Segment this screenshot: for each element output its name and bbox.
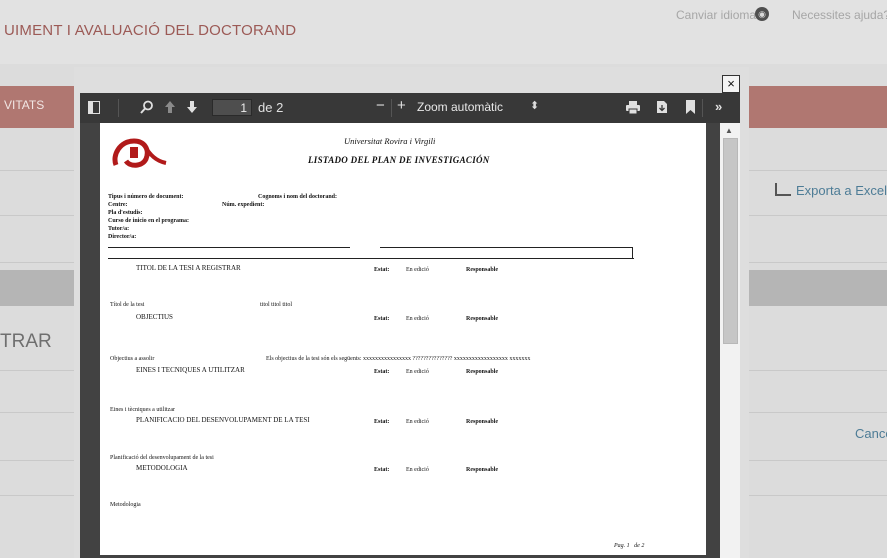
page-total: de 2 <box>258 100 284 115</box>
status-value: En edició <box>406 369 429 375</box>
field-value: Els objectius de la tesi són els següent… <box>266 356 531 362</box>
zoom-in-button[interactable]: + <box>397 98 406 114</box>
download-icon[interactable] <box>656 100 668 114</box>
field-label: Planificació del desenvolupament de la t… <box>110 455 214 461</box>
previous-page-icon[interactable] <box>164 100 176 114</box>
toolbar-divider <box>391 99 392 117</box>
field-value: titol titol titol <box>260 302 293 308</box>
status-value: En edició <box>406 419 429 425</box>
study-plan-label: Pla d'estudis: <box>108 210 143 216</box>
nav-item-activitats[interactable]: VITATS <box>4 98 44 112</box>
tools-menu-button[interactable]: » <box>715 99 722 115</box>
status-label: Estat: <box>374 467 390 473</box>
section-heading: OBJECTIUS <box>136 313 173 321</box>
print-icon[interactable] <box>626 101 640 114</box>
start-year-label: Curso de inicio en el programa: <box>108 218 190 224</box>
bookmark-icon[interactable] <box>686 100 695 114</box>
export-label: Exporta a Excel <box>796 183 887 198</box>
help-link[interactable]: Necessites ajuda? <box>792 8 887 22</box>
status-value: En edició <box>406 267 429 273</box>
document-page: Universitat Rovira i Virgili LISTADO DEL… <box>100 123 706 555</box>
responsable-label: Responsable <box>466 316 499 322</box>
page-footer: Pag. 1 de 2 <box>614 543 644 549</box>
responsable-label: Responsable <box>466 467 499 473</box>
section-heading: METODOLOGIA <box>136 464 188 472</box>
centre-label: Centre: <box>108 202 128 208</box>
globe-icon[interactable]: ◉ <box>755 7 769 21</box>
page-title: UIMENT I AVALUACIÓ DEL DOCTORAND <box>4 22 297 39</box>
section-heading: EINES I TECNIQUES A UTILITZAR <box>136 366 245 374</box>
responsable-label: Responsable <box>466 419 499 425</box>
field-label: Eines i tècniques a utilitzar <box>110 407 175 413</box>
export-excel-button[interactable]: Exporta a Excel <box>775 182 887 198</box>
toolbar-divider <box>118 99 119 117</box>
field-label: Objectius a assolir <box>110 356 155 362</box>
university-logo <box>112 138 167 168</box>
viewer-toolbar: 1 de 2 − + Zoom automàtic ⬍ » <box>80 93 740 123</box>
scroll-up-icon[interactable]: ▲ <box>725 126 733 135</box>
cancel-button[interactable]: Cance <box>855 426 887 441</box>
footer-page: Pag. 1 <box>614 543 630 549</box>
status-value: En edició <box>406 316 429 322</box>
scrollbar-thumb[interactable] <box>723 138 738 344</box>
document-rule <box>108 258 634 259</box>
status-label: Estat: <box>374 267 390 273</box>
footer-total: de 2 <box>634 543 645 549</box>
status-label: Estat: <box>374 419 390 425</box>
responsable-label: Responsable <box>466 267 499 273</box>
chevron-updown-icon: ⬍ <box>530 100 540 112</box>
status-label: Estat: <box>374 316 390 322</box>
page-number-input[interactable]: 1 <box>212 99 252 116</box>
zoom-out-button[interactable]: − <box>376 98 385 114</box>
pdf-viewer: 1 de 2 − + Zoom automàtic ⬍ » Universita… <box>80 93 740 558</box>
field-label: Metodologia <box>110 502 141 508</box>
export-icon <box>775 183 791 196</box>
search-icon[interactable] <box>140 100 154 114</box>
status-value: En edició <box>406 467 429 473</box>
file-number-label: Núm. expedient: <box>222 202 265 208</box>
name-label: Cognoms i nom del doctorand: <box>258 194 338 200</box>
university-name: Universitat Rovira i Virgili <box>344 136 436 146</box>
close-modal-button[interactable]: × <box>722 75 740 93</box>
sidebar-toggle-icon[interactable] <box>88 101 100 114</box>
section-heading: PLANIFICACIO DEL DESENVOLUPAMENT DE LA T… <box>136 416 310 424</box>
section-heading: TRAR <box>0 331 52 352</box>
next-page-icon[interactable] <box>186 100 198 114</box>
document-rule <box>108 247 350 248</box>
document-title: LISTADO DEL PLAN DE INVESTIGACIÓN <box>308 155 490 165</box>
document-rule <box>632 247 633 258</box>
director-label: Director/a: <box>108 234 137 240</box>
doc-type-label: Tipus i número de document: <box>108 194 184 200</box>
field-label: Títol de la tesi <box>110 302 145 308</box>
zoom-select[interactable]: Zoom automàtic <box>417 100 503 114</box>
section-heading: TITOL DE LA TESI A REGISTRAR <box>136 264 241 272</box>
change-language-link[interactable]: Canviar idioma <box>676 8 756 22</box>
status-label: Estat: <box>374 369 390 375</box>
tutor-label: Tutor/a: <box>108 226 130 232</box>
document-rule <box>380 247 632 248</box>
toolbar-divider <box>702 99 703 117</box>
responsable-label: Responsable <box>466 369 499 375</box>
